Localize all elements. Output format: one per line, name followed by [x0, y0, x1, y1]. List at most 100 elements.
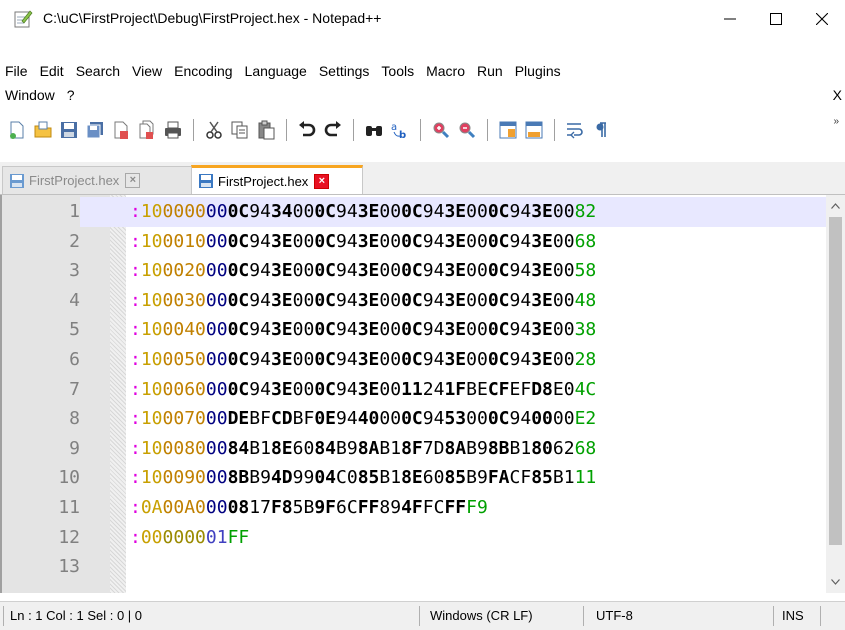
line-text[interactable]: :0A00A0000817F85B9F6CFF894FFCFFF9 [130, 493, 488, 523]
menu-run[interactable]: Run [471, 60, 509, 82]
code-line[interactable]: 3:100020000C943E000C943E000C943E000C943E… [2, 256, 845, 286]
code-line[interactable]: 10:100090008BB94D9904C085B18E6085B9FACF8… [2, 463, 845, 493]
status-divider [419, 606, 420, 626]
data-byte: 94 [422, 201, 445, 222]
menu-settings[interactable]: Settings [313, 60, 376, 82]
scroll-down-arrow-icon[interactable] [826, 573, 845, 591]
status-eol-format[interactable]: Windows (CR LF) [430, 602, 533, 630]
menu-help[interactable]: ? [61, 84, 81, 106]
code-line[interactable]: 9:1000800084B18E6084B98AB18F7D8AB98BB180… [2, 434, 845, 464]
menu-search[interactable]: Search [70, 60, 126, 82]
close-all-icon[interactable] [135, 118, 159, 142]
code-line[interactable]: 13 [2, 552, 845, 582]
toolbar-overflow-icon[interactable]: » [833, 116, 839, 127]
sync-vertical-scroll-icon[interactable] [496, 118, 520, 142]
line-text[interactable]: :100030000C943E000C943E000C943E000C943E0… [130, 286, 596, 316]
code-line[interactable]: 11:0A00A0000817F85B9F6CFF894FFCFFF9 [2, 493, 845, 523]
sync-horizontal-scroll-icon[interactable] [522, 118, 546, 142]
code-line[interactable]: 2:100010000C943E000C943E000C943E000C943E… [2, 227, 845, 257]
menu-file[interactable]: File [0, 60, 34, 82]
word-wrap-icon[interactable] [563, 118, 587, 142]
line-text[interactable]: :100040000C943E000C943E000C943E000C943E0… [130, 315, 596, 345]
new-file-icon[interactable] [5, 118, 29, 142]
copy-icon[interactable] [228, 118, 252, 142]
data-byte: 0C [227, 230, 250, 252]
text-lines[interactable]: 1:100000000C9434000C943E000C943E000C943E… [2, 197, 845, 582]
data-byte: B1 [552, 467, 575, 489]
editor-area[interactable]: 1:100000000C9434000C943E000C943E000C943E… [0, 195, 845, 593]
data-byte: 0C [401, 408, 423, 430]
menu-view[interactable]: View [126, 60, 168, 82]
paste-icon[interactable] [254, 118, 278, 142]
data-byte: 85 [444, 467, 467, 489]
vertical-scrollbar[interactable] [826, 195, 845, 593]
save-icon[interactable] [57, 118, 81, 142]
menu-macro[interactable]: Macro [420, 60, 471, 82]
status-insert-mode[interactable]: INS [782, 602, 804, 630]
tab-close-icon[interactable]: × [314, 173, 330, 189]
zoom-in-icon[interactable] [429, 118, 453, 142]
tab-firstproject-hex-1[interactable]: FirstProject.hex × [2, 166, 192, 194]
data-byte: 3E [357, 230, 380, 252]
menu-window[interactable]: Window [0, 84, 61, 106]
data-byte: FA [487, 467, 510, 489]
zoom-out-icon[interactable] [455, 118, 479, 142]
maximize-button[interactable] [753, 0, 799, 38]
close-document-button[interactable]: X [833, 87, 842, 103]
line-text[interactable]: :100090008BB94D9904C085B18E6085B9FACF85B… [130, 463, 596, 493]
data-byte: 0C [314, 201, 337, 222]
line-text[interactable]: :100020000C943E000C943E000C943E000C943E0… [130, 256, 596, 286]
title-bar: C:\uC\FirstProject\Debug\FirstProject.he… [0, 0, 845, 38]
data-byte: 00 [552, 319, 575, 341]
menu-edit[interactable]: Edit [34, 60, 70, 82]
line-text[interactable]: :10007000DEBFCDBF0E9440000C9453000C94000… [130, 404, 596, 434]
close-file-icon[interactable] [109, 118, 133, 142]
toolbar-separator [353, 119, 354, 141]
data-byte: 3E [270, 230, 293, 252]
scrollbar-thumb[interactable] [829, 217, 842, 545]
line-text[interactable]: :100000000C9434000C943E000C943E000C943E0… [130, 197, 596, 227]
menu-encoding[interactable]: Encoding [168, 60, 238, 82]
code-line[interactable]: 6:100050000C943E000C943E000C943E000C943E… [2, 345, 845, 375]
line-text[interactable]: :100060000C943E000C943E0011241FBECFEFD8E… [130, 375, 596, 405]
tab-close-icon[interactable]: × [125, 173, 141, 188]
data-byte: 94 [249, 289, 271, 311]
close-window-button[interactable] [799, 0, 845, 38]
data-byte: 0C [487, 260, 510, 282]
save-all-icon[interactable] [83, 118, 107, 142]
data-byte: F8 [270, 496, 293, 518]
record-address: 0000 [162, 201, 206, 222]
status-encoding[interactable]: UTF-8 [596, 602, 633, 630]
code-line[interactable]: 4:100030000C943E000C943E000C943E000C943E… [2, 286, 845, 316]
svg-text:a: a [391, 122, 397, 133]
open-file-icon[interactable] [31, 118, 55, 142]
minimize-button[interactable] [707, 0, 753, 38]
menu-tools[interactable]: Tools [375, 60, 420, 82]
code-line[interactable]: 1:100000000C9434000C943E000C943E000C943E… [2, 197, 845, 227]
record-address: 00A0 [162, 496, 206, 518]
record-checksum: 11 [574, 467, 597, 489]
code-line[interactable]: 12:00000001FF [2, 523, 845, 553]
menu-plugins[interactable]: Plugins [509, 60, 567, 82]
scroll-up-arrow-icon[interactable] [826, 197, 845, 215]
code-line[interactable]: 7:100060000C943E000C943E0011241FBECFEFD8… [2, 375, 845, 405]
line-text[interactable]: :100010000C943E000C943E000C943E000C943E0… [130, 227, 596, 257]
replace-icon[interactable]: ab [388, 118, 412, 142]
line-text[interactable]: :1000800084B18E6084B98AB18F7D8AB98BB1806… [130, 434, 596, 464]
close-icon [816, 13, 828, 25]
menu-language[interactable]: Language [239, 60, 313, 82]
record-start-colon: : [130, 437, 141, 459]
tab-firstproject-hex-2[interactable]: FirstProject.hex × [191, 165, 363, 194]
code-line[interactable]: 5:100040000C943E000C943E000C943E000C943E… [2, 315, 845, 345]
record-data: 84B18E6084B98AB18F7D8AB98BB18062 [228, 438, 575, 459]
line-text[interactable]: :00000001FF [130, 523, 249, 553]
redo-icon[interactable] [321, 118, 345, 142]
line-text[interactable]: :100050000C943E000C943E000C943E000C943E0… [130, 345, 596, 375]
show-all-characters-icon[interactable] [589, 118, 613, 142]
cut-icon[interactable] [202, 118, 226, 142]
code-line[interactable]: 8:10007000DEBFCDBF0E9440000C9453000C9400… [2, 404, 845, 434]
print-icon[interactable] [161, 118, 185, 142]
undo-icon[interactable] [295, 118, 319, 142]
byte-count: 10 [140, 378, 163, 400]
find-icon[interactable] [362, 118, 386, 142]
